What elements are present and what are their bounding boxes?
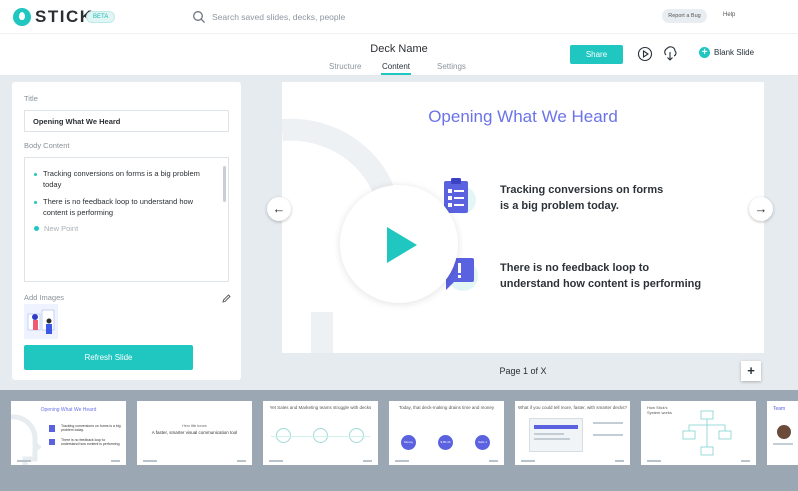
thumbnail-footer-logo (489, 460, 498, 462)
thumbnail-point: Tracking conversions on forms is a big p… (61, 424, 121, 432)
text-line (773, 443, 793, 445)
thumbnail-footer-logo (363, 460, 372, 462)
scrollbar[interactable] (223, 166, 226, 202)
image-thumbnail[interactable] (24, 304, 58, 339)
page-indicator: Page 1 of X (499, 366, 547, 376)
stat-circle: Money (401, 435, 416, 450)
tab-structure[interactable]: Structure (329, 62, 361, 71)
beta-badge: BETA (86, 11, 116, 23)
process-line (271, 436, 370, 437)
top-bar: STICK BETA Report a Bug Help (0, 0, 798, 34)
slide-thumbnail[interactable]: Today, that deck-making drains time and … (389, 401, 504, 465)
tab-settings[interactable]: Settings (437, 62, 466, 71)
deck-name[interactable]: Deck Name (0, 43, 798, 55)
slide-preview: Opening What We Heard Tracking conversio… (282, 82, 764, 353)
text-line (593, 422, 623, 424)
brand-name: STICK (35, 7, 94, 26)
tab-content[interactable]: Content (380, 62, 412, 75)
slide-point-1: Tracking conversions on forms is a big p… (500, 184, 664, 212)
thumbnail-title: Team (773, 406, 786, 412)
thumbnail-footer (647, 460, 661, 462)
share-button[interactable]: Share (570, 45, 623, 64)
thumbnail-title: Opening What We Heard (40, 407, 97, 413)
slide-point-2: There is no feedback loop to understand … (500, 262, 702, 290)
thumbnail-footer-logo (741, 460, 750, 462)
stat-circle: Sells 1 Budget (475, 435, 490, 459)
thumbnail-footer (521, 460, 535, 462)
new-point-input[interactable]: New Point (34, 224, 78, 233)
thumbnail-title: Yet Sales and Marketing teams struggle w… (269, 405, 372, 410)
thumbnail-point: There is no feedback loop to understand … (61, 438, 120, 446)
thumbnail-footer-logo (111, 460, 120, 462)
checklist-icon (49, 425, 55, 432)
report-bug-button[interactable]: Report a Bug (662, 9, 707, 23)
next-slide-button[interactable]: → (749, 197, 773, 221)
head-outline-graphic (11, 414, 41, 465)
thumbnail-title: Today, that deck-making drains time and … (398, 405, 495, 410)
thumbnail-title: A faster, smarter visual communication t… (151, 430, 238, 435)
alert-message-icon (49, 439, 55, 445)
thumbnail-footer-logo (615, 460, 624, 462)
thumbnail-title: How Stick's System works (647, 405, 672, 415)
slide-thumbnail[interactable]: How Stick's System works (641, 401, 756, 465)
text-line (593, 434, 623, 436)
bullet-point[interactable]: There is no feedback loop to understand … (34, 197, 204, 218)
search-input[interactable] (212, 10, 472, 24)
help-link[interactable]: Help (723, 12, 735, 18)
add-slide-button[interactable]: + (741, 361, 761, 381)
thumbnail-kicker: Hero title boxes (182, 424, 207, 428)
title-label: Title (24, 94, 38, 103)
bullet-point[interactable]: Tracking conversions on forms is a big p… (34, 169, 204, 190)
body-content-label: Body Content (24, 141, 70, 150)
thumbnail-footer (269, 460, 283, 462)
pencil-icon[interactable] (222, 294, 231, 303)
content-editor-panel: Title Body Content Tracking conversions … (12, 82, 241, 380)
thumbnail-footer (395, 460, 409, 462)
flow-diagram (682, 410, 732, 456)
thumbnail-footer (17, 460, 31, 462)
play-video-button[interactable] (340, 185, 458, 303)
download-icon[interactable] (662, 46, 678, 62)
play-icon[interactable] (637, 46, 653, 62)
thumbnail-title: What if you could tell more, faster, wit… (517, 405, 628, 410)
slide-thumbnail[interactable]: What if you could tell more, faster, wit… (515, 401, 630, 465)
slide-thumbnail[interactable]: Hero title boxes A faster, smarter visua… (137, 401, 252, 465)
screenshot-mockup (529, 418, 583, 452)
deck-bar: Deck Name Structure Content Settings Sha… (0, 34, 798, 76)
thumbnail-footer (143, 460, 157, 462)
logo-icon (13, 8, 31, 26)
search-icon (193, 11, 206, 24)
add-images-label: Add Images (24, 293, 65, 302)
slide-thumbnail[interactable]: Team (767, 401, 798, 465)
thumbnail-footer-logo (237, 460, 246, 462)
slide-thumbnail-strip: Opening What We Heard Tracking conversio… (0, 390, 798, 491)
avatar (777, 425, 791, 439)
body-content-editor[interactable]: Tracking conversions on forms is a big p… (24, 157, 229, 282)
stat-circle: $ 80.4b (438, 435, 453, 450)
slide-thumbnail[interactable]: Yet Sales and Marketing teams struggle w… (263, 401, 378, 465)
slide-title-input[interactable] (24, 110, 229, 132)
blank-slide-button[interactable]: Blank Slide (699, 47, 754, 58)
previous-slide-button[interactable]: ← (267, 197, 291, 221)
slide-title: Opening What We Heard (428, 107, 618, 126)
slide-thumbnail[interactable]: Opening What We Heard Tracking conversio… (11, 401, 126, 465)
